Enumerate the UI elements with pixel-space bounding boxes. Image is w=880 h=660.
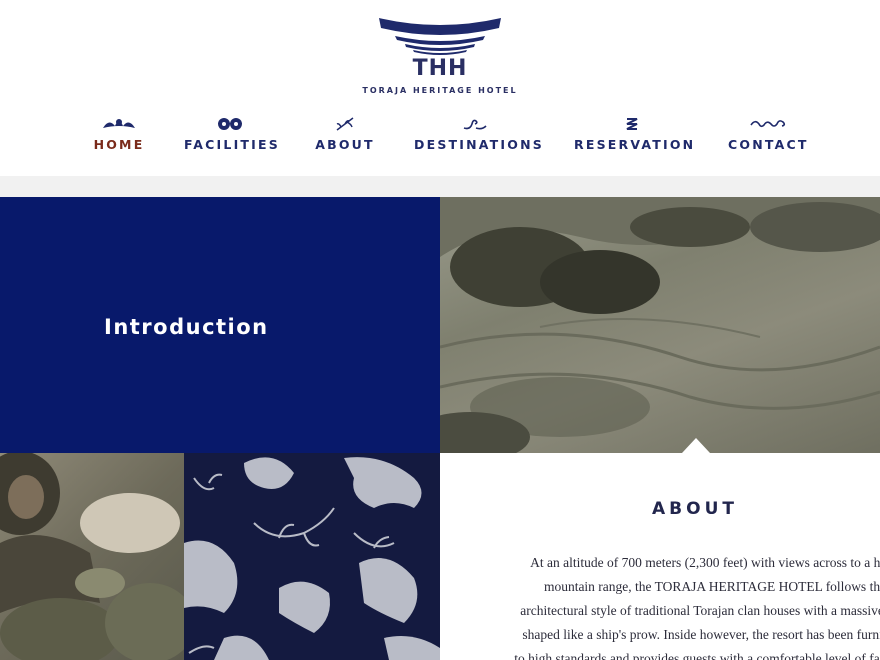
logo-mark: THH (412, 56, 468, 81)
about-text: At an altitude of 700 meters (2,300 feet… (480, 551, 880, 660)
flowers-icon (92, 115, 146, 133)
main-nav: HOME FACILITIES ABOUT DESTINATIONS RESER… (0, 115, 880, 155)
logo-name: TORAJA HERITAGE HOTEL (362, 86, 518, 95)
roof-logo-icon (379, 18, 501, 55)
about-title: ABOUT (652, 499, 738, 519)
nav-home[interactable]: HOME (92, 115, 146, 155)
about-line: mountain range, the TORAJA HERITAGE HOTE… (543, 579, 880, 594)
nav-facilities[interactable]: FACILITIES (184, 115, 280, 155)
header-divider-band (0, 176, 880, 197)
logo[interactable]: THH TORAJA HERITAGE HOTEL (360, 10, 520, 100)
worker-photo (0, 453, 184, 660)
swirl-icon (414, 115, 536, 133)
nav-label-home: HOME (93, 137, 145, 152)
intro-panel: Introduction (0, 197, 440, 453)
nav-label-facilities: FACILITIES (184, 137, 280, 152)
about-line: architectural style of traditional Toraj… (520, 603, 880, 618)
nav-label-reservation: RESERVATION (574, 137, 696, 152)
nav-contact[interactable]: CONTACT (728, 115, 808, 155)
knot-icon (574, 115, 690, 133)
sprig-icon (314, 115, 376, 133)
about-line: At an altitude of 700 meters (2,300 feet… (530, 555, 880, 570)
nav-reservation[interactable]: RESERVATION (574, 115, 696, 155)
site-header: THH TORAJA HERITAGE HOTEL HOME FACILITIE… (0, 0, 880, 176)
about-line: to high standards and provides guests wi… (514, 651, 880, 660)
about-notch (682, 438, 710, 453)
nav-about[interactable]: ABOUT (314, 115, 376, 155)
nav-label-contact: CONTACT (728, 137, 809, 152)
landscape-image (440, 197, 880, 453)
about-section: ABOUT At an altitude of 700 meters (2,30… (440, 453, 880, 660)
about-line: shaped like a ship's prow. Inside howeve… (522, 627, 880, 642)
nav-destinations[interactable]: DESTINATIONS (414, 115, 544, 155)
curl-icon (728, 115, 808, 133)
nav-label-destinations: DESTINATIONS (414, 137, 544, 152)
flower-cluster-icon (184, 115, 276, 133)
intro-title: Introduction (104, 315, 269, 339)
buffalo-pattern (184, 453, 440, 660)
nav-label-about: ABOUT (315, 137, 375, 152)
